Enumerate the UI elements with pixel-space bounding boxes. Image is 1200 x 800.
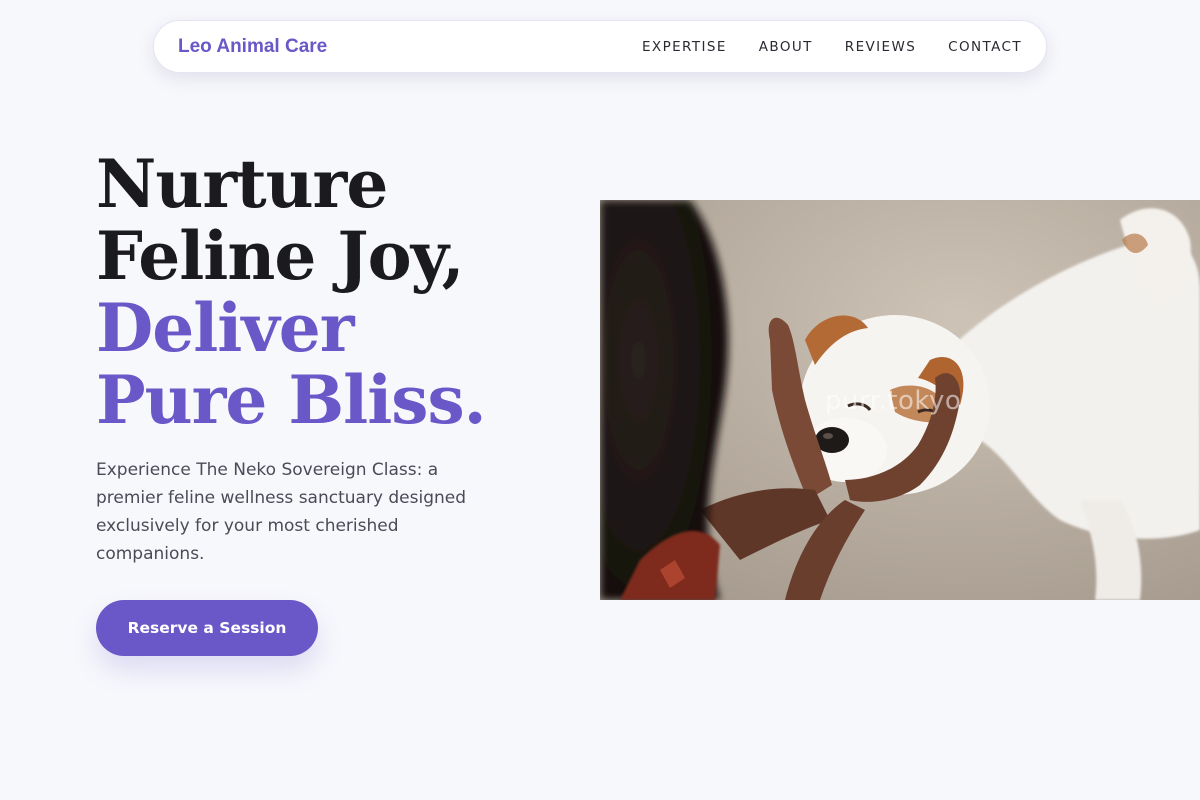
- headline-line-3: Deliver: [96, 289, 354, 367]
- nav-link-contact[interactable]: CONTACT: [948, 39, 1022, 55]
- nav-link-reviews[interactable]: REVIEWS: [845, 39, 916, 55]
- hero-photo: purr.tokyo: [600, 200, 1200, 600]
- brand-logo[interactable]: Leo Animal Care: [178, 36, 327, 58]
- nav-link-expertise[interactable]: EXPERTISE: [642, 39, 727, 55]
- hero-description: Experience The Neko Sovereign Class: a p…: [96, 460, 467, 564]
- nav-link-about[interactable]: ABOUT: [759, 39, 813, 55]
- reserve-session-button[interactable]: Reserve a Session: [96, 600, 318, 656]
- headline-line-4: Pure Bliss.: [96, 361, 487, 439]
- headline-line-2: Feline Joy,: [96, 217, 465, 295]
- landing-page: Leo Animal Care EXPERTISE ABOUT REVIEWS …: [0, 0, 1200, 800]
- photo-watermark: purr.tokyo: [825, 386, 962, 416]
- hero-headline: Nurture Feline Joy, Deliver Pure Bliss.: [96, 145, 487, 439]
- nav-links: EXPERTISE ABOUT REVIEWS CONTACT: [642, 39, 1022, 55]
- top-navbar: Leo Animal Care EXPERTISE ABOUT REVIEWS …: [153, 20, 1047, 73]
- headline-line-1: Nurture: [96, 145, 388, 223]
